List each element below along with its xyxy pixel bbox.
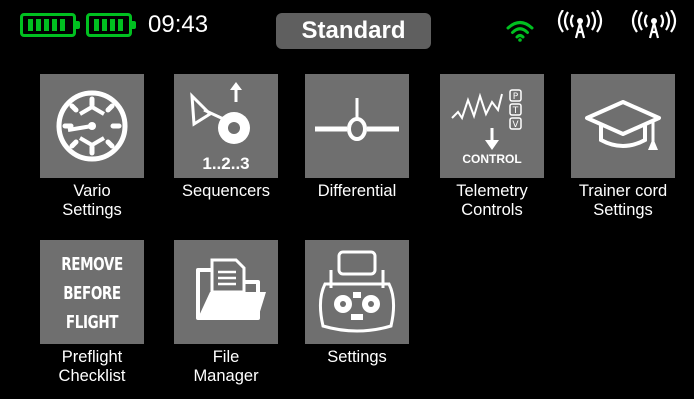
remove-before-flight-text: REMOVE BEFORE FLIGHT — [61, 254, 123, 333]
menu-item-file-manager[interactable]: File Manager — [170, 240, 282, 386]
telemetry-icon-text: CONTROL — [462, 152, 522, 166]
menu-item-label: Preflight Checklist — [58, 348, 126, 385]
folder-icon — [174, 240, 278, 344]
menu-item-differential[interactable]: Differential — [301, 74, 413, 201]
telemetry-control-icon: P T V CONTROL — [440, 74, 544, 178]
battery-1-icon — [20, 13, 80, 37]
menu-item-sequencers[interactable]: 1..2..3 Sequencers — [170, 74, 282, 201]
transmitter-icon — [305, 240, 409, 344]
menu-item-telemetry-controls[interactable]: P T V CONTROL Telemetry Controls — [436, 74, 548, 220]
menu-item-label: Sequencers — [181, 182, 271, 200]
differential-icon — [305, 74, 409, 178]
menu-item-label: Telemetry Controls — [456, 182, 528, 219]
telemetry-letter-t: T — [512, 106, 519, 116]
telemetry-letter-p: P — [513, 92, 519, 102]
telemetry-letter-v: V — [512, 120, 519, 130]
menu-item-label: Vario Settings — [62, 182, 122, 219]
menu-item-vario-settings[interactable]: Vario Settings — [36, 74, 148, 220]
clock-time: 09:43 — [148, 11, 209, 38]
antenna-icon — [631, 10, 677, 39]
status-bar: 09:43 Standard — [0, 0, 694, 50]
sequencer-icon-text: 1..2..3 — [202, 154, 250, 173]
model-mode-button[interactable]: Standard — [276, 13, 431, 49]
menu-item-label: Settings — [327, 348, 387, 366]
wifi-icon — [506, 21, 534, 42]
sequencer-icon: 1..2..3 — [174, 74, 278, 178]
graduation-cap-icon — [571, 74, 675, 178]
vario-gauge-icon — [40, 74, 144, 178]
menu-item-label: Trainer cord Settings — [578, 182, 668, 219]
menu-item-preflight-checklist[interactable]: REMOVE BEFORE FLIGHT Preflight Checklist — [36, 240, 148, 386]
menu-item-label: File Manager — [193, 348, 259, 385]
menu-item-settings[interactable]: Settings — [301, 240, 413, 367]
menu-item-label: Differential — [317, 182, 397, 200]
battery-2-icon — [86, 13, 136, 37]
antenna-icon — [557, 10, 603, 39]
menu-item-trainer-cord-settings[interactable]: Trainer cord Settings — [567, 74, 679, 220]
remove-before-flight-icon: REMOVE BEFORE FLIGHT — [40, 240, 144, 344]
